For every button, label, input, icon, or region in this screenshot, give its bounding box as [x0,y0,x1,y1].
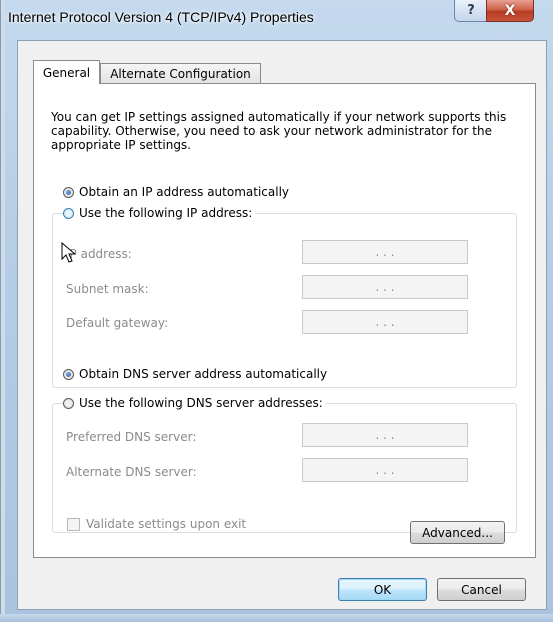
general-tab-panel: You can get IP settings assigned automat… [33,83,536,558]
subnet-mask-label: Subnet mask: [66,282,149,296]
dialog-window: Internet Protocol Version 4 (TCP/IPv4) P… [0,0,553,622]
preferred-dns-input[interactable]: . . . [302,423,468,447]
default-gateway-input[interactable]: . . . [302,310,468,334]
preferred-dns-label: Preferred DNS server: [66,430,197,444]
cancel-button[interactable]: Cancel [437,578,526,601]
dns-manual-label: Use the following DNS server addresses: [79,396,323,410]
mouse-pointer-icon [61,242,77,263]
window-title: Internet Protocol Version 4 (TCP/IPv4) P… [8,9,314,25]
ok-button[interactable]: OK [338,578,427,601]
radio-checked-icon [63,368,74,380]
subnet-mask-value: . . . [375,280,395,294]
help-button[interactable]: ? [454,0,488,22]
default-gateway-label: Default gateway: [66,316,169,330]
preferred-dns-value: . . . [375,428,395,442]
window-bottom-edge [0,614,553,622]
ip-manual-radio[interactable]: Use the following IP address: [63,206,256,220]
window-left-edge [0,0,5,622]
radio-unchecked-icon [63,207,74,219]
ip-auto-radio[interactable]: Obtain an IP address automatically [63,185,293,199]
ip-address-value: . . . [375,245,395,259]
description-text: You can get IP settings assigned automat… [51,110,507,152]
default-gateway-value: . . . [375,315,395,329]
advanced-button[interactable]: Advanced... [410,521,505,544]
alternate-dns-input[interactable]: . . . [302,458,468,482]
radio-checked-icon [63,186,74,198]
radio-unchecked-icon [63,397,74,409]
alternate-dns-value: . . . [375,463,395,477]
ip-auto-label: Obtain an IP address automatically [79,185,290,199]
question-mark-icon: ? [467,3,475,18]
close-icon: X [504,2,516,19]
ip-address-input[interactable]: . . . [302,240,468,264]
tab-general[interactable]: General [33,60,100,84]
validate-checkbox[interactable]: Validate settings upon exit [67,517,246,531]
ip-manual-label: Use the following IP address: [79,206,253,220]
alternate-dns-label: Alternate DNS server: [66,465,197,479]
dns-auto-radio[interactable]: Obtain DNS server address automatically [63,367,331,381]
tab-label: General [42,65,91,80]
tab-alternate-configuration[interactable]: Alternate Configuration [100,63,261,83]
validate-label: Validate settings upon exit [86,517,247,531]
dns-manual-radio[interactable]: Use the following DNS server addresses: [63,396,326,410]
close-button[interactable]: X [486,0,534,22]
tab-label: Alternate Configuration [110,66,251,81]
dns-auto-label: Obtain DNS server address automatically [79,367,328,381]
subnet-mask-input[interactable]: . . . [302,275,468,299]
dialog-client-area: Alternate Configuration General You can … [17,40,547,610]
checkbox-icon [67,517,80,531]
